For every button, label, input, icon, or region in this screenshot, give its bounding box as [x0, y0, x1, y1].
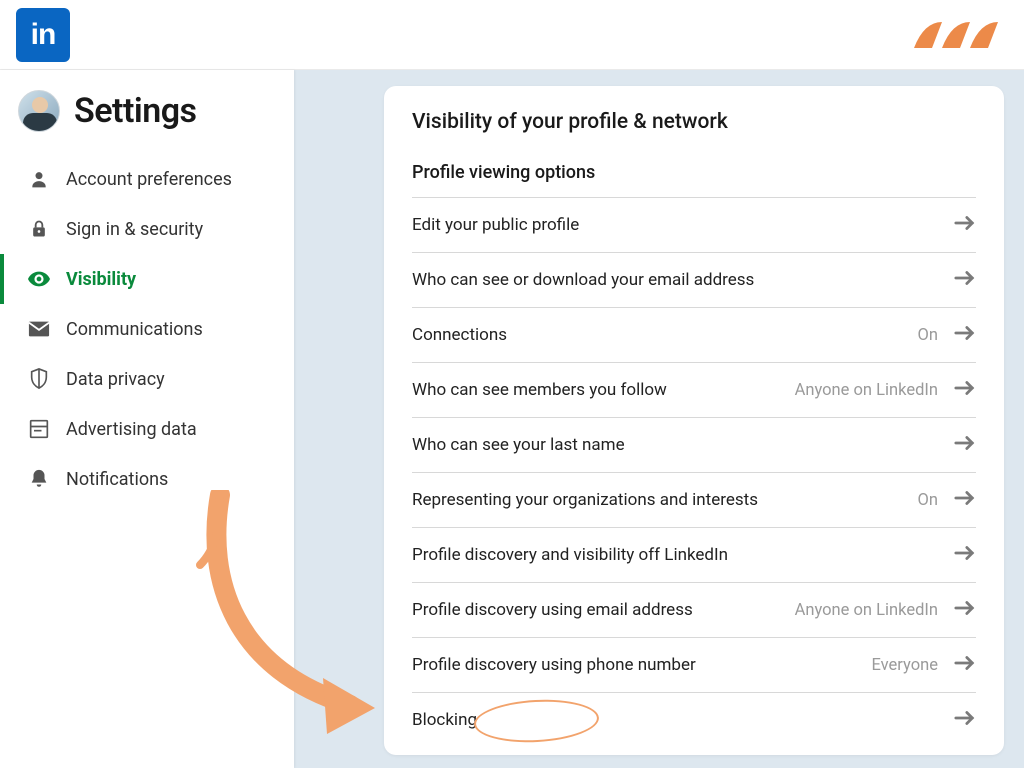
row-value: Anyone on LinkedIn: [795, 381, 938, 400]
row-label: Connections: [412, 325, 507, 345]
mail-icon: [28, 318, 50, 340]
row-value: Anyone on LinkedIn: [795, 601, 938, 620]
arrow-right-icon: [954, 269, 976, 291]
row-connections[interactable]: Connections On: [412, 307, 976, 362]
row-blocking[interactable]: Blocking: [412, 692, 976, 747]
sidebar-item-visibility[interactable]: Visibility: [0, 254, 294, 304]
row-last-name[interactable]: Who can see your last name: [412, 417, 976, 472]
arrow-right-icon: [954, 709, 976, 731]
sidebar-header: Settings: [0, 90, 294, 154]
brand-stripes-icon: [912, 18, 1008, 52]
row-members-you-follow[interactable]: Who can see members you follow Anyone on…: [412, 362, 976, 417]
settings-sidebar: Settings Account preferences Sign in & s…: [0, 70, 294, 768]
sidebar-item-account-preferences[interactable]: Account preferences: [0, 154, 294, 204]
sidebar-item-data-privacy[interactable]: Data privacy: [0, 354, 294, 404]
row-label: Who can see your last name: [412, 435, 625, 455]
linkedin-logo[interactable]: in: [16, 8, 70, 62]
arrow-right-icon: [954, 434, 976, 456]
sidebar-item-advertising-data[interactable]: Advertising data: [0, 404, 294, 454]
eye-icon: [28, 268, 50, 290]
row-label: Edit your public profile: [412, 215, 579, 235]
sidebar-item-communications[interactable]: Communications: [0, 304, 294, 354]
sidebar-item-label: Account preferences: [66, 169, 232, 190]
row-label: Profile discovery using email address: [412, 600, 693, 620]
visibility-panel: Visibility of your profile & network Pro…: [384, 86, 1004, 755]
shield-icon: [28, 368, 50, 390]
avatar[interactable]: [18, 90, 60, 132]
row-email-visibility[interactable]: Who can see or download your email addre…: [412, 252, 976, 307]
sidebar-item-notifications[interactable]: Notifications: [0, 454, 294, 504]
page-title: Settings: [74, 91, 197, 131]
sidebar-item-label: Visibility: [66, 269, 136, 290]
user-icon: [28, 168, 50, 190]
row-label: Profile discovery using phone number: [412, 655, 696, 675]
sidebar-item-sign-in-security[interactable]: Sign in & security: [0, 204, 294, 254]
arrow-right-icon: [954, 544, 976, 566]
row-label: Who can see or download your email addre…: [412, 270, 754, 290]
arrow-right-icon: [954, 489, 976, 511]
linkedin-logo-text: in: [31, 18, 56, 52]
arrow-right-icon: [954, 379, 976, 401]
row-discovery-phone[interactable]: Profile discovery using phone number Eve…: [412, 637, 976, 692]
sidebar-item-label: Communications: [66, 319, 203, 340]
arrow-right-icon: [954, 599, 976, 621]
content-area: Visibility of your profile & network Pro…: [294, 70, 1024, 768]
lock-icon: [28, 218, 50, 240]
sidebar-item-label: Sign in & security: [66, 219, 203, 240]
row-discovery-off-linkedin[interactable]: Profile discovery and visibility off Lin…: [412, 527, 976, 582]
arrow-right-icon: [954, 324, 976, 346]
row-edit-public-profile[interactable]: Edit your public profile: [412, 197, 976, 252]
sidebar-item-label: Data privacy: [66, 369, 165, 390]
row-representing-orgs[interactable]: Representing your organizations and inte…: [412, 472, 976, 527]
main-layout: Settings Account preferences Sign in & s…: [0, 70, 1024, 768]
panel-title: Visibility of your profile & network: [412, 110, 976, 134]
bell-icon: [28, 468, 50, 490]
row-label: Who can see members you follow: [412, 380, 667, 400]
row-value: On: [918, 491, 938, 510]
sidebar-item-label: Notifications: [66, 469, 168, 490]
arrow-right-icon: [954, 654, 976, 676]
row-label: Blocking: [412, 710, 477, 730]
top-bar: in: [0, 0, 1024, 70]
panel-section-heading: Profile viewing options: [412, 162, 976, 183]
row-label: Representing your organizations and inte…: [412, 490, 758, 510]
row-value: Everyone: [872, 656, 939, 675]
row-label: Profile discovery and visibility off Lin…: [412, 545, 728, 565]
sidebar-item-label: Advertising data: [66, 419, 197, 440]
ad-icon: [28, 418, 50, 440]
row-value: On: [918, 326, 938, 345]
arrow-right-icon: [954, 214, 976, 236]
row-discovery-email[interactable]: Profile discovery using email address An…: [412, 582, 976, 637]
